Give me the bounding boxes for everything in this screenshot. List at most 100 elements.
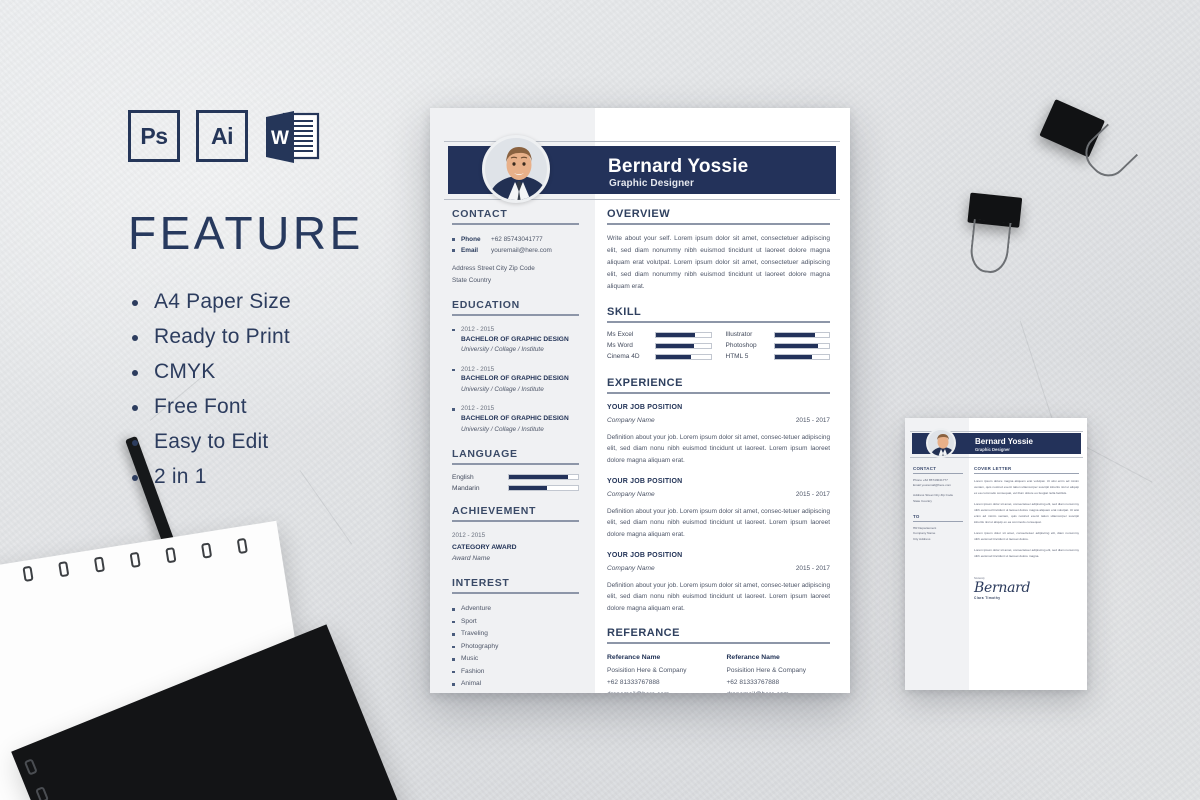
p2-letter-paragraph: Lorem ipsum dolore magna aliquam erat vo… bbox=[974, 478, 1079, 495]
skill-row: Ms Excel bbox=[607, 331, 712, 338]
resume-page-1: Bernard Yossie Graphic Designer CONTACT … bbox=[430, 108, 850, 693]
list-item: Traveling bbox=[452, 628, 579, 641]
list-item: Music bbox=[452, 653, 579, 666]
p2-address-line-2: State Country bbox=[913, 499, 932, 504]
promo-panel: Ps Ai W FEATURE A4 Paper Size Ready to P… bbox=[128, 110, 418, 500]
list-item: Adventure bbox=[452, 603, 579, 616]
experience-date: 2015 - 2017 bbox=[795, 564, 830, 572]
achievement-years: 2012 - 2015 bbox=[452, 531, 486, 539]
experience-position: YOUR JOB POSITION bbox=[607, 552, 683, 560]
p2-letter-paragraph: Lorem ipsum dolor sit amet, consectetuer… bbox=[974, 501, 1079, 524]
contact-rule bbox=[452, 223, 579, 225]
p2-to-heading: TO bbox=[913, 514, 920, 519]
education-degree: BACHELOR OF GRAPHIC DESIGN bbox=[461, 335, 569, 343]
contact-phone-row: Phone +62 85743041777 bbox=[452, 234, 579, 245]
education-years: 2012 - 2015 bbox=[461, 325, 495, 333]
interest-heading: INTEREST bbox=[452, 577, 510, 590]
interest-section: INTEREST Adventure Sport Traveling Photo… bbox=[452, 577, 579, 691]
education-degree: BACHELOR OF GRAPHIC DESIGN bbox=[461, 415, 569, 423]
skill-bar bbox=[773, 353, 830, 360]
resume-name: Bernard Yossie bbox=[608, 156, 749, 177]
avatar bbox=[482, 135, 550, 203]
contact-phone-value: +62 85743041777 bbox=[491, 236, 543, 243]
p2-contact-email: Email youremail@here.com bbox=[913, 483, 963, 489]
page-title: FEATURE bbox=[128, 207, 364, 259]
list-item: Fashion bbox=[452, 666, 579, 679]
referance-phone: +62 81333767888 bbox=[726, 678, 780, 686]
skill-row: Illustrator bbox=[726, 331, 830, 338]
referance-phone: +62 81333767888 bbox=[607, 678, 660, 686]
contact-phone-label: Phone bbox=[461, 236, 481, 243]
achievement-heading: ACHIEVEMENT bbox=[452, 504, 537, 517]
p2-signature-subname: Clara Timothy bbox=[974, 595, 1001, 600]
list-item: Photography bbox=[452, 641, 579, 654]
list-item: CMYK bbox=[128, 360, 418, 384]
experience-description: Definition about your job. Lorem ipsum d… bbox=[607, 433, 830, 464]
education-degree: BACHELOR OF GRAPHIC DESIGN bbox=[461, 375, 569, 383]
feature-list: A4 Paper Size Ready to Print CMYK Free F… bbox=[128, 290, 418, 489]
list-item: YOUR JOB POSITION Company Name 2015 - 20… bbox=[607, 550, 830, 614]
p2-letter-heading: COVER LETTER bbox=[974, 466, 1012, 471]
skill-row: Photoshop bbox=[725, 342, 830, 350]
experience-company: Company Name bbox=[607, 416, 655, 424]
skill-name: HTML 5 bbox=[725, 353, 749, 361]
achievement-category: CATEGORY AWARD bbox=[452, 543, 517, 551]
referance-rule bbox=[607, 642, 830, 645]
referance-company: Posisition Here & Company bbox=[726, 666, 806, 674]
p2-letter-rule bbox=[974, 472, 1079, 474]
skill-bar-fill bbox=[774, 332, 816, 337]
photoshop-badge: Ps bbox=[128, 110, 180, 162]
overview-section: OVERVIEW Write about your self. Lorem ip… bbox=[607, 208, 830, 293]
signature: Bernard bbox=[974, 579, 1031, 596]
cover-letter-page-2: Bernard Yossie Graphic Designer CONTACT … bbox=[905, 418, 1087, 690]
contact-heading: CONTACT bbox=[452, 208, 508, 220]
experience-date: 2015 - 2017 bbox=[795, 490, 830, 498]
p2-email-label: Email bbox=[913, 483, 921, 488]
referance-company: Posisition Here & Company bbox=[607, 666, 687, 674]
education-heading: EDUCATION bbox=[452, 298, 520, 311]
experience-company: Company Name bbox=[607, 564, 655, 572]
list-item: 2 in 1 bbox=[128, 465, 418, 489]
skill-column-right: Illustrator Photoshop HTML 5 bbox=[725, 331, 830, 364]
word-badge: W bbox=[264, 110, 320, 164]
binder-clip-bottom bbox=[960, 192, 1080, 304]
overview-rule bbox=[607, 223, 830, 225]
skill-bar bbox=[655, 342, 712, 349]
p2-contact-rule bbox=[913, 472, 963, 474]
achievement-award: Award Name bbox=[452, 555, 490, 563]
p2-contact-heading: CONTACT bbox=[913, 466, 937, 471]
experience-rule bbox=[607, 392, 830, 395]
skill-bar-fill bbox=[656, 354, 692, 359]
referance-section: REFERANCE Referance Name Posisition Here… bbox=[607, 627, 830, 693]
p2-avatar bbox=[926, 428, 956, 458]
p2-to-section: TO HR Departement Company Name City Addr… bbox=[913, 514, 963, 543]
list-item: Free Font bbox=[128, 395, 418, 419]
contact-address-line-2: State Country bbox=[452, 276, 492, 284]
skill-bar bbox=[773, 342, 830, 349]
skill-heading: SKILL bbox=[607, 306, 642, 319]
contact-section: CONTACT Phone +62 85743041777 Email your… bbox=[452, 208, 579, 286]
resume-right-column: OVERVIEW Write about your self. Lorem ip… bbox=[595, 108, 850, 693]
skill-bar-fill bbox=[774, 354, 812, 359]
language-name: Mandarin bbox=[452, 484, 480, 492]
list-item: Ready to Print bbox=[128, 325, 418, 349]
contact-email-value: youremail@here.com bbox=[491, 247, 552, 255]
overview-text: Write about your self. Lorem ipsum dolor… bbox=[607, 235, 830, 291]
language-bar-fill bbox=[509, 475, 568, 480]
p2-right-column: COVER LETTER Lorem ipsum dolore magna al… bbox=[969, 418, 1087, 690]
app-badge-row: Ps Ai W bbox=[128, 110, 418, 164]
referance-name: Referance Name bbox=[726, 654, 780, 662]
portrait-photo bbox=[485, 138, 547, 200]
experience-description: Definition about your job. Lorem ipsum d… bbox=[607, 507, 830, 538]
contact-address: Address Street City Zip Code State Count… bbox=[452, 263, 579, 285]
skill-name: Photoshop bbox=[725, 342, 757, 350]
experience-position: YOUR JOB POSITION bbox=[607, 404, 683, 412]
list-item: Easy to Edit bbox=[128, 430, 418, 454]
list-item: YOUR JOB POSITION Company Name 2015 - 20… bbox=[607, 402, 830, 466]
language-section: LANGUAGE English Mandarin bbox=[452, 448, 579, 492]
skill-bar-fill bbox=[656, 343, 695, 348]
p2-letter-paragraph: Lorem ipsum dolor sit amet, consectetuer… bbox=[974, 547, 1079, 558]
experience-section: EXPERIENCE YOUR JOB POSITION Company Nam… bbox=[607, 377, 830, 614]
p2-contact-section: CONTACT Phone +62 85743041777 Email your… bbox=[913, 466, 963, 505]
list-item: A4 Paper Size bbox=[128, 290, 418, 314]
